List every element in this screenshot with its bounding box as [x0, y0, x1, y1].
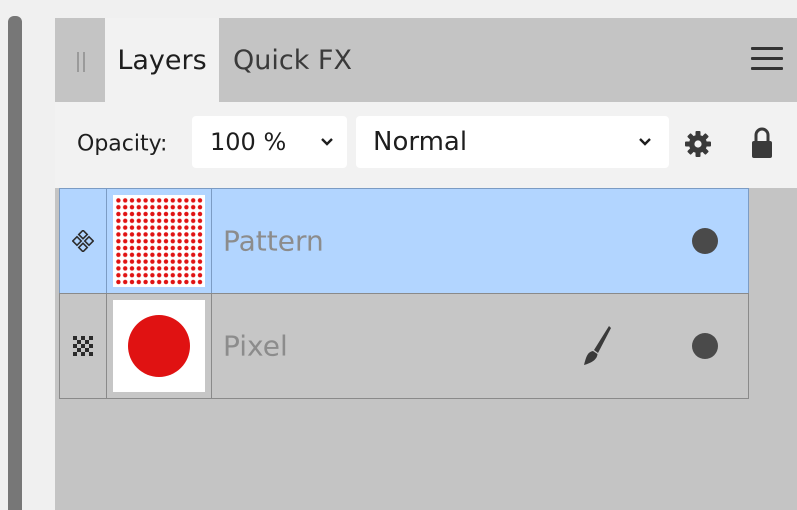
layer-name: Pixel [223, 329, 288, 363]
red-circle-thumbnail [128, 315, 190, 377]
layer-row-pixel[interactable]: Pixel [59, 293, 749, 399]
brush-icon [584, 326, 611, 365]
red-dot-grid-thumbnail [115, 197, 203, 285]
hamburger-menu-icon[interactable] [751, 47, 783, 71]
layer-thumbnail-cell [107, 294, 212, 398]
tab-layers[interactable]: Layers [105, 18, 219, 102]
blend-mode-dropdown[interactable]: Normal [356, 116, 669, 168]
drag-grip-icon[interactable] [77, 52, 85, 72]
blend-mode-value: Normal [373, 127, 468, 157]
opacity-label: Opacity: [77, 131, 168, 157]
lock-icon[interactable] [751, 126, 773, 160]
layer-name: Pattern [223, 224, 324, 258]
gear-icon[interactable] [684, 130, 712, 158]
visibility-dot-icon[interactable] [692, 333, 718, 359]
layer-thumbnail [113, 195, 205, 287]
pattern-layer-icon [72, 230, 94, 252]
layer-row-pattern[interactable]: Pattern [59, 188, 749, 294]
opacity-value: 100 % [210, 128, 287, 156]
layer-list: Pattern Pixel [59, 188, 749, 399]
tab-layers-label: Layers [117, 44, 207, 76]
layers-panel: Layers Quick FX Opacity: 100 % Normal Pa… [55, 18, 797, 510]
panel-tab-bar: Layers Quick FX [55, 18, 797, 102]
chevron-down-icon [639, 138, 651, 146]
visibility-dot-icon[interactable] [692, 228, 718, 254]
opacity-dropdown[interactable]: 100 % [192, 116, 347, 168]
pixel-layer-icon [73, 336, 93, 356]
layers-toolbar: Opacity: 100 % Normal [55, 102, 797, 188]
tab-quick-fx[interactable]: Quick FX [233, 18, 352, 102]
layer-thumbnail [113, 300, 205, 392]
window-edge-scrollbar [8, 16, 22, 510]
layer-type-cell[interactable] [60, 189, 107, 293]
layer-type-cell[interactable] [60, 294, 107, 398]
chevron-down-icon [321, 138, 333, 146]
tab-quick-fx-label: Quick FX [233, 44, 352, 76]
layer-thumbnail-cell [107, 189, 212, 293]
